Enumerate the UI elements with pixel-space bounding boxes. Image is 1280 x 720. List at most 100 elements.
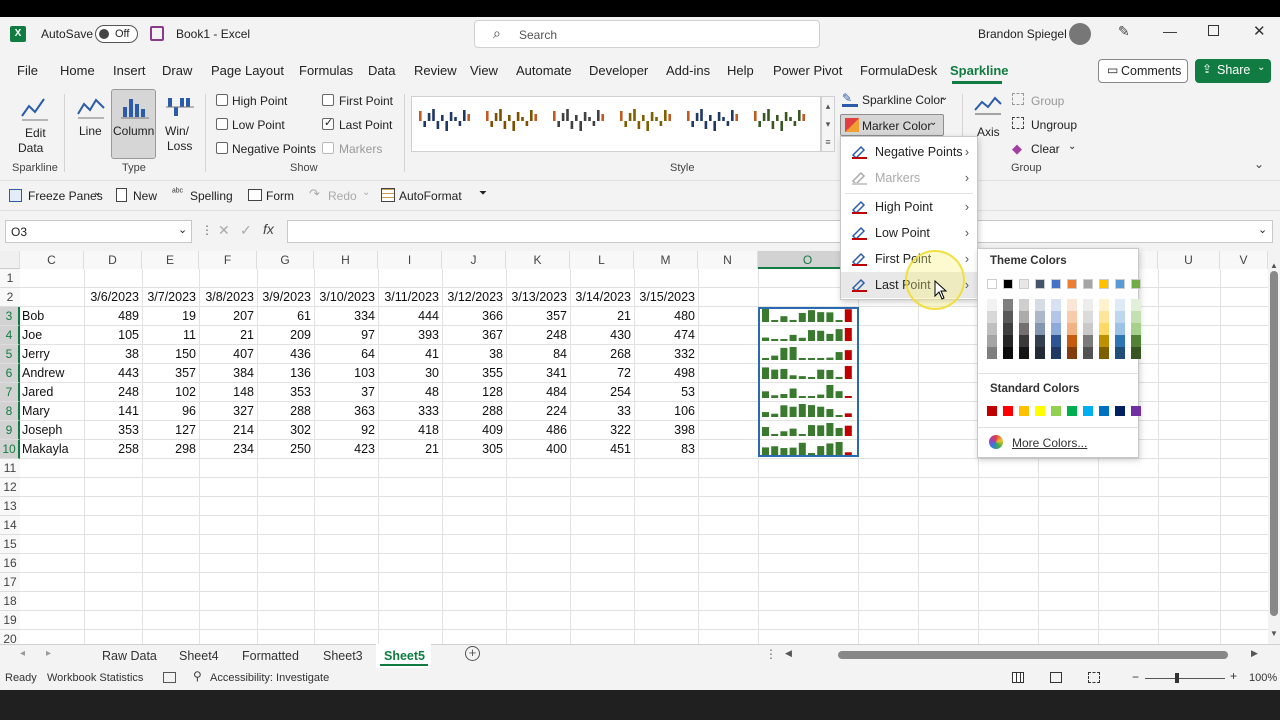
column-header-h[interactable]: H (314, 251, 378, 269)
value-cell[interactable]: 207 (199, 307, 254, 326)
column-header-v[interactable]: V (1220, 251, 1268, 269)
tab-help[interactable]: Help (727, 63, 754, 78)
close-icon[interactable]: ✕ (1253, 22, 1266, 40)
enter-icon[interactable]: ✓ (240, 222, 252, 239)
value-cell[interactable]: 486 (506, 421, 567, 440)
value-cell[interactable]: 430 (570, 326, 631, 345)
theme-color-shade-swatch[interactable] (1051, 323, 1061, 335)
theme-color-swatch[interactable] (1131, 279, 1141, 289)
row-header-16[interactable]: 16 (0, 554, 20, 573)
date-header-cell[interactable]: 3/8/2023 (199, 288, 254, 307)
theme-color-shade-swatch[interactable] (1019, 323, 1029, 335)
value-cell[interactable]: 393 (378, 326, 439, 345)
value-cell[interactable]: 254 (570, 383, 631, 402)
autosave-toggle[interactable]: Off (95, 25, 138, 43)
negative-points-checkbox[interactable] (216, 142, 228, 154)
value-cell[interactable]: 19 (142, 307, 196, 326)
theme-color-swatch[interactable] (987, 279, 997, 289)
value-cell[interactable]: 150 (142, 345, 196, 364)
row-header-8[interactable]: 8 (0, 402, 20, 421)
date-header-cell[interactable]: 3/6/2023 (84, 288, 139, 307)
theme-color-shade-swatch[interactable] (987, 311, 997, 323)
zoom-out-icon[interactable]: − (1132, 670, 1139, 684)
value-cell[interactable]: 64 (314, 345, 375, 364)
value-cell[interactable]: 333 (378, 402, 439, 421)
theme-color-shade-swatch[interactable] (1035, 299, 1045, 311)
spelling-button[interactable]: Spelling (190, 189, 233, 203)
value-cell[interactable]: 409 (442, 421, 503, 440)
menu-item-high-point[interactable]: High Point › (841, 194, 977, 220)
value-cell[interactable]: 357 (506, 307, 567, 326)
tab-scroll-left-icon[interactable]: ◂ (20, 648, 25, 659)
value-cell[interactable]: 21 (378, 440, 439, 459)
first-point-checkbox[interactable] (322, 94, 334, 106)
value-cell[interactable]: 400 (506, 440, 567, 459)
date-header-cell[interactable]: 3/15/2023 (634, 288, 695, 307)
theme-color-shade-swatch[interactable] (1051, 311, 1061, 323)
date-header-cell[interactable]: 3/9/2023 (257, 288, 311, 307)
scroll-down-icon[interactable]: ▼ (1270, 629, 1278, 638)
row-header-18[interactable]: 18 (0, 592, 20, 611)
theme-color-shade-swatch[interactable] (1035, 347, 1045, 359)
row-header-3[interactable]: 3 (0, 307, 20, 326)
theme-color-shade-swatch[interactable] (1099, 335, 1109, 347)
theme-color-shade-swatch[interactable] (987, 323, 997, 335)
theme-color-shade-swatch[interactable] (1083, 335, 1093, 347)
value-cell[interactable]: 443 (84, 364, 139, 383)
theme-color-shade-swatch[interactable] (1083, 347, 1093, 359)
value-cell[interactable]: 234 (199, 440, 254, 459)
value-cell[interactable]: 97 (314, 326, 375, 345)
tab-add-ins[interactable]: Add-ins (666, 63, 710, 78)
name-box[interactable]: O3 ⌄ (5, 220, 192, 243)
value-cell[interactable]: 127 (142, 421, 196, 440)
value-cell[interactable]: 53 (634, 383, 695, 402)
theme-color-shade-swatch[interactable] (1019, 299, 1029, 311)
theme-color-shade-swatch[interactable] (1099, 323, 1109, 335)
value-cell[interactable]: 489 (84, 307, 139, 326)
theme-color-shade-swatch[interactable] (987, 335, 997, 347)
value-cell[interactable]: 61 (257, 307, 311, 326)
value-cell[interactable]: 480 (634, 307, 695, 326)
marker-color-button[interactable]: Marker Color ⌄ (840, 114, 944, 136)
column-header-e[interactable]: E (142, 251, 199, 269)
name-cell[interactable]: Bob (22, 307, 44, 326)
date-header-cell[interactable]: 3/10/2023 (314, 288, 375, 307)
standard-color-swatch[interactable] (987, 406, 997, 416)
redo-button[interactable]: Redo (328, 189, 357, 203)
theme-color-shade-swatch[interactable] (1131, 323, 1141, 335)
name-cell[interactable]: Joe (22, 326, 42, 345)
value-cell[interactable]: 30 (378, 364, 439, 383)
column-header-i[interactable]: I (378, 251, 442, 269)
value-cell[interactable]: 105 (84, 326, 139, 345)
form-button[interactable]: Form (266, 189, 294, 203)
sheet-tab-sheet4[interactable]: Sheet4 (179, 646, 219, 666)
value-cell[interactable]: 11 (142, 326, 196, 345)
value-cell[interactable]: 357 (142, 364, 196, 383)
theme-color-swatch[interactable] (1003, 279, 1013, 289)
group-button[interactable]: Group (1012, 92, 1092, 110)
value-cell[interactable]: 366 (442, 307, 503, 326)
save-icon[interactable] (150, 26, 164, 41)
value-cell[interactable]: 48 (378, 383, 439, 402)
macro-record-icon[interactable] (163, 672, 176, 683)
value-cell[interactable]: 102 (142, 383, 196, 402)
hscroll-right-icon[interactable]: ▶ (1251, 648, 1258, 659)
value-cell[interactable]: 498 (634, 364, 695, 383)
theme-color-shade-swatch[interactable] (1131, 335, 1141, 347)
theme-color-shade-swatch[interactable] (1051, 299, 1061, 311)
theme-color-shade-swatch[interactable] (1019, 311, 1029, 323)
value-cell[interactable]: 298 (142, 440, 196, 459)
menu-item-negative-points[interactable]: Negative Points › (841, 139, 977, 165)
theme-color-shade-swatch[interactable] (987, 299, 997, 311)
column-header-c[interactable]: C (20, 251, 84, 269)
date-header-cell[interactable]: 3/7/2023 (142, 288, 196, 307)
value-cell[interactable]: 250 (257, 440, 311, 459)
menu-item-markers[interactable]: Markers › (841, 165, 977, 191)
theme-color-shade-swatch[interactable] (1067, 311, 1077, 323)
value-cell[interactable]: 288 (257, 402, 311, 421)
formula-input[interactable]: ⌄ (287, 220, 1273, 243)
value-cell[interactable]: 436 (257, 345, 311, 364)
value-cell[interactable]: 398 (634, 421, 695, 440)
row-header-6[interactable]: 6 (0, 364, 20, 383)
sheet-tab-sheet5[interactable]: Sheet5 (384, 646, 425, 666)
